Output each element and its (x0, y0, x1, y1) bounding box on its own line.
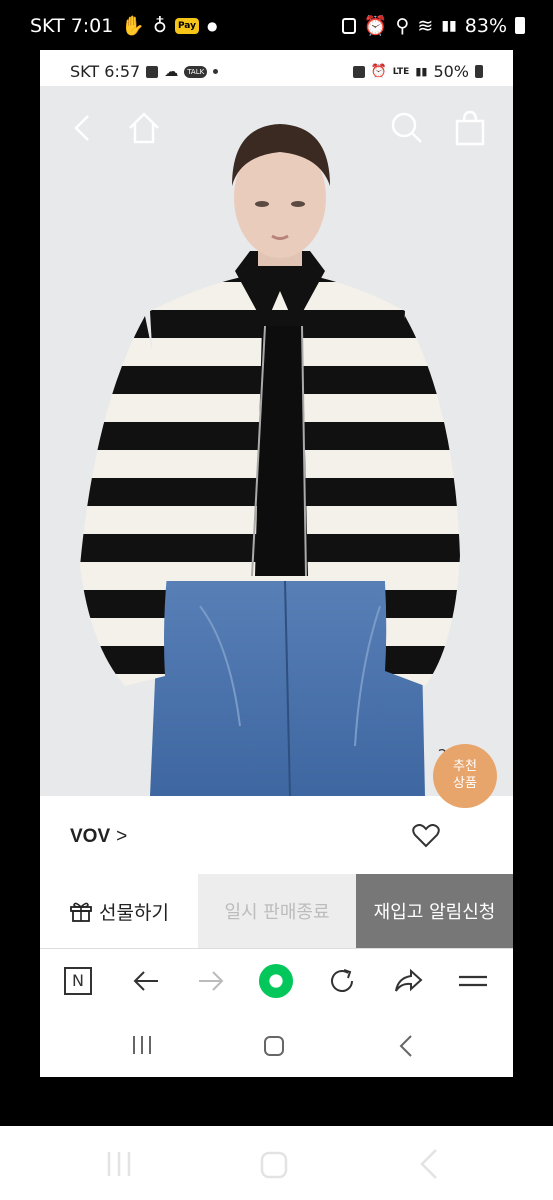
inner-status-bar: SKT 6:57 ☁ TALK ⏰ LTE ▮▮ 50% (40, 50, 513, 86)
home-nav-icon[interactable] (259, 1150, 289, 1180)
inner-system-nav (40, 1014, 513, 1077)
restock-alert-button[interactable]: 재입고 알림신청 (356, 874, 513, 948)
recommend-line1: 추천 (453, 759, 477, 774)
browser-toolbar: N (40, 948, 513, 1014)
outer-battery-percent: 83% (464, 14, 507, 37)
battery-icon (515, 17, 525, 34)
brand-name: VOV (70, 826, 111, 847)
refresh-icon[interactable] (324, 963, 360, 999)
outer-system-nav (0, 1126, 553, 1200)
heart-icon[interactable] (412, 824, 440, 852)
hand-icon: ✋ (121, 15, 146, 37)
chevron-right-icon: > (116, 826, 128, 847)
browser-forward-icon[interactable] (193, 963, 229, 999)
gallery-icon (146, 65, 159, 78)
recents-icon[interactable] (104, 1150, 134, 1178)
signal-icon: ▮▮ (441, 17, 457, 34)
battery-icon (475, 65, 483, 78)
wifi-icon: ≋ (417, 14, 434, 37)
recommend-products-button[interactable]: 추천 상품 (433, 744, 497, 808)
outer-carrier-time: SKT 7:01 (30, 14, 114, 37)
inner-carrier-time: SKT 6:57 (70, 62, 141, 81)
naver-home-button[interactable]: N (60, 963, 96, 999)
talk-icon: TALK (184, 65, 208, 78)
inner-battery-percent: 50% (433, 62, 469, 81)
lte-label: LTE (392, 66, 410, 77)
sim-icon (341, 17, 356, 34)
naver-n-icon: N (64, 967, 92, 995)
mirrored-screen: SKT 6:57 ☁ TALK ⏰ LTE ▮▮ 50% VOV > 추천 상품… (40, 50, 513, 1077)
brand-row: VOV > (40, 796, 513, 874)
back-nav-icon[interactable] (398, 1034, 414, 1058)
search-icon[interactable] (385, 106, 429, 150)
back-nav-icon[interactable] (418, 1148, 440, 1180)
gift-button[interactable]: 선물하기 (40, 874, 198, 948)
purchase-action-row: 선물하기 일시 판매종료 재입고 알림신청 (40, 874, 513, 948)
menu-icon[interactable] (455, 963, 491, 999)
home-icon[interactable] (122, 106, 166, 150)
share-icon[interactable] (390, 963, 426, 999)
alarm-icon: ⏰ (363, 15, 388, 37)
signal-icon: ▮▮ (415, 65, 428, 78)
alarm-icon: ⏰ (370, 64, 387, 79)
sim-icon (352, 65, 365, 78)
shopping-bag-icon[interactable] (448, 106, 492, 150)
back-icon[interactable] (60, 106, 104, 150)
soldout-button: 일시 판매종료 (198, 874, 356, 948)
product-photo (40, 86, 513, 796)
brand-link[interactable]: VOV > (70, 826, 127, 848)
more-dot-icon: ● (206, 18, 218, 33)
browser-back-icon[interactable] (128, 963, 164, 999)
green-dot-icon[interactable] (258, 963, 294, 999)
location-icon: ⚲ (395, 14, 410, 37)
recents-icon[interactable] (130, 1034, 154, 1056)
pay-badge: Pay (174, 17, 199, 34)
more-dot-icon (213, 69, 219, 74)
cloud-icon: ☁ (164, 63, 179, 80)
gift-label: 선물하기 (99, 901, 169, 924)
home-nav-icon[interactable] (262, 1034, 286, 1058)
outer-status-bar: SKT 7:01 ✋ ♁ Pay ● ⏰ ⚲ ≋ ▮▮ 83% (0, 0, 553, 50)
gift-icon (70, 902, 92, 922)
notification-icon: ♁ (153, 14, 167, 37)
product-image[interactable]: 2 / 12 (40, 86, 513, 796)
recommend-line2: 상품 (453, 776, 477, 791)
